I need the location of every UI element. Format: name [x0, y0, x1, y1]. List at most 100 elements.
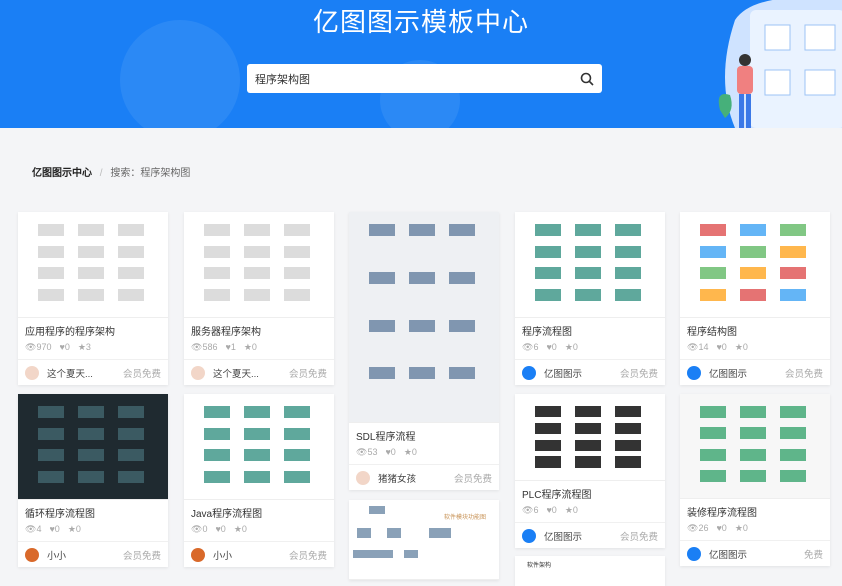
- template-card[interactable]: 装修程序流程图 👁26 ♥0 ★0 亿图图示 免费: [680, 394, 830, 566]
- diagram-shape: [118, 288, 144, 301]
- likes-count: 0: [721, 523, 727, 533]
- author-name[interactable]: 猪猪女孩: [378, 471, 454, 485]
- author-name[interactable]: 这个夏天...: [47, 366, 123, 380]
- author-name[interactable]: 小小: [47, 548, 123, 562]
- author-avatar[interactable]: [25, 547, 39, 562]
- template-title[interactable]: PLC程序流程图: [515, 481, 665, 501]
- star-icon: ★: [243, 342, 252, 352]
- diagram-shape: [284, 427, 310, 440]
- diagram-shape: [38, 470, 64, 483]
- price-badge: 会员免费: [122, 368, 161, 380]
- template-title[interactable]: SDL程序流程: [349, 423, 499, 443]
- diagram-shape: [118, 449, 144, 461]
- author-avatar[interactable]: [191, 547, 205, 562]
- diagram-shape: [118, 267, 144, 279]
- author-name[interactable]: 亿图图示: [709, 366, 785, 380]
- star-icon: ★: [77, 342, 86, 352]
- diagram-shape: [204, 267, 230, 279]
- likes-stat: ♥0: [385, 447, 395, 458]
- diagram-shape: [700, 469, 726, 482]
- card-footer: 亿图图示 会员免费: [515, 359, 665, 385]
- diagram-shape: [615, 224, 641, 236]
- diagram-shape: [244, 449, 270, 461]
- price-badge: 免费: [803, 549, 823, 561]
- search-input[interactable]: 程序架构图: [247, 64, 602, 93]
- author-name[interactable]: 亿图图示: [544, 366, 620, 380]
- stars-count: 0: [241, 524, 247, 534]
- author-avatar[interactable]: [687, 546, 701, 561]
- diagram-shape: [615, 406, 641, 418]
- author-avatar[interactable]: [522, 365, 536, 380]
- template-thumbnail[interactable]: [515, 212, 665, 318]
- stars-stat: ★0: [244, 342, 257, 353]
- template-title[interactable]: 程序结构图: [680, 318, 830, 338]
- template-card[interactable]: 程序流程图 👁6 ♥0 ★0 亿图图示 会员免费: [515, 212, 665, 385]
- likes-count: 0: [64, 342, 70, 352]
- template-card[interactable]: SDL程序流程 👁53 ♥0 ★0 猪猪女孩 会员免费: [349, 212, 499, 490]
- template-card-partial[interactable]: 软件架构: [515, 556, 665, 586]
- diagram-shape: [284, 224, 310, 236]
- template-thumbnail[interactable]: [680, 212, 830, 318]
- template-card[interactable]: 循环程序流程图 👁4 ♥0 ★0 小小 会员免费: [18, 394, 168, 567]
- eye-icon: 👁: [687, 342, 699, 352]
- diagram-shape: [740, 448, 766, 461]
- diagram-shape: [740, 267, 766, 279]
- search-icon[interactable]: [580, 72, 594, 86]
- template-card[interactable]: 程序结构图 👁14 ♥0 ★0 亿图图示 会员免费: [680, 212, 830, 385]
- stars-stat: ★0: [565, 342, 578, 353]
- author-name[interactable]: 亿图图示: [709, 547, 804, 561]
- hero-banner: 亿图图示模板中心 程序架构图: [0, 0, 842, 128]
- template-card[interactable]: 应用程序的程序架构 👁970 ♥0 ★3 这个夏天... 会员免费: [18, 212, 168, 385]
- template-thumbnail[interactable]: [184, 212, 334, 318]
- views-count: 586: [202, 342, 218, 352]
- template-thumbnail[interactable]: [680, 394, 830, 499]
- views-stat: 👁0: [191, 524, 207, 535]
- template-title[interactable]: 程序流程图: [515, 318, 665, 338]
- thumb-label: 软件架构: [527, 563, 552, 569]
- diagram-shape: [78, 288, 104, 301]
- diagram-shape: [535, 288, 561, 301]
- template-title[interactable]: 装修程序流程图: [680, 499, 830, 519]
- template-thumbnail[interactable]: [18, 394, 168, 500]
- price-badge: 会员免费: [619, 531, 658, 543]
- template-thumbnail[interactable]: [184, 394, 334, 500]
- likes-stat: ♥1: [225, 342, 235, 353]
- card-footer: 亿图图示 会员免费: [515, 522, 665, 548]
- author-name[interactable]: 这个夏天...: [213, 366, 289, 380]
- diagram-shape: [204, 449, 230, 461]
- author-avatar[interactable]: [25, 365, 39, 380]
- views-stat: 👁6: [522, 342, 538, 353]
- diagram-shape: [615, 422, 641, 435]
- template-title[interactable]: 服务器程序架构: [184, 318, 334, 338]
- template-card[interactable]: 服务器程序架构 👁586 ♥1 ★0 这个夏天... 会员免费: [184, 212, 334, 385]
- eye-icon: 👁: [522, 342, 534, 352]
- template-card-partial[interactable]: 软件模块功能图: [349, 500, 499, 580]
- diagram-shape: [700, 245, 726, 258]
- template-title[interactable]: 应用程序的程序架构: [18, 318, 168, 338]
- template-thumbnail[interactable]: [18, 212, 168, 318]
- author-name[interactable]: 小小: [213, 548, 289, 562]
- template-thumbnail[interactable]: [515, 394, 665, 481]
- eye-icon: 👁: [25, 342, 37, 352]
- template-title[interactable]: Java程序流程图: [184, 500, 334, 520]
- diagram-shape: [118, 224, 144, 236]
- author-avatar[interactable]: [522, 528, 536, 543]
- diagram-shape: [38, 406, 64, 418]
- stars-stat: ★0: [68, 524, 81, 535]
- card-footer: 小小 会员免费: [184, 541, 334, 567]
- breadcrumb-home[interactable]: 亿图图示中心: [32, 168, 92, 179]
- search-value: 程序架构图: [255, 73, 310, 86]
- diagram-shape: [615, 439, 641, 451]
- price-badge: 会员免费: [619, 368, 658, 380]
- template-title[interactable]: 循环程序流程图: [18, 500, 168, 520]
- diagram-shape: [780, 267, 806, 279]
- author-avatar[interactable]: [191, 365, 205, 380]
- author-avatar[interactable]: [356, 470, 370, 485]
- template-card[interactable]: PLC程序流程图 👁6 ♥0 ★0 亿图图示 会员免费: [515, 394, 665, 548]
- diagram-shape: [118, 406, 144, 418]
- diagram-shape: [449, 271, 475, 284]
- author-name[interactable]: 亿图图示: [544, 529, 620, 543]
- template-card[interactable]: Java程序流程图 👁0 ♥0 ★0 小小 会员免费: [184, 394, 334, 567]
- author-avatar[interactable]: [687, 365, 701, 380]
- template-thumbnail[interactable]: [349, 212, 499, 423]
